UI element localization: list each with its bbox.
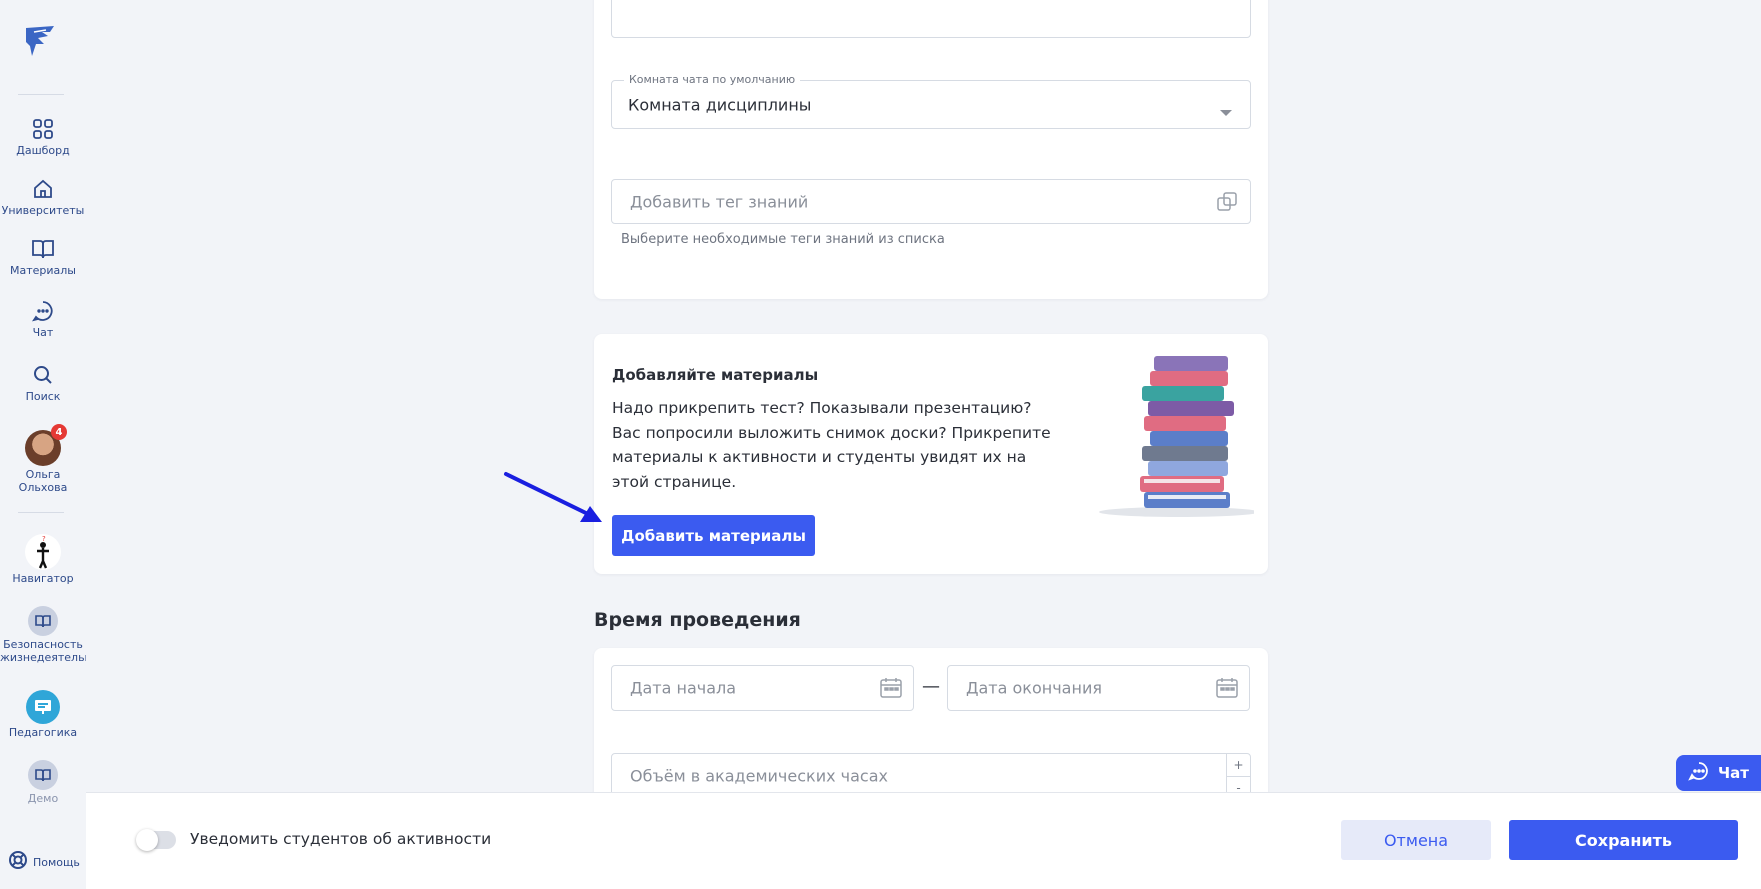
calendar-icon[interactable] [1215, 677, 1239, 703]
knowledge-tag-hint: Выберите необходимые теги знаний из спис… [621, 232, 945, 247]
chat-room-value: Комната дисциплины [628, 95, 812, 114]
sidebar-divider [18, 512, 64, 513]
help-label: Помощь [33, 855, 80, 869]
sidebar-course-navigator[interactable]: ? Навигатор [0, 534, 86, 585]
sidebar-course-pedagogy[interactable]: Педагогика [0, 690, 86, 739]
sidebar-item-label: Навигатор [12, 572, 74, 585]
chat-bubble-icon [30, 298, 56, 324]
books-stack-illustration [1084, 350, 1259, 520]
sidebar-item-label: Педагогика [8, 726, 78, 739]
date-range-dash: — [922, 676, 940, 697]
calendar-icon[interactable] [879, 677, 903, 703]
sidebar-course-safety[interactable]: Безопасность жизнедеятельн [0, 606, 86, 664]
help-link[interactable]: Помощь [8, 850, 80, 874]
increment-button[interactable]: + [1227, 754, 1250, 777]
end-date-input[interactable]: Дата окончания [947, 665, 1250, 711]
settings-card: Комната чата по умолчанию Комната дисцип… [594, 0, 1268, 299]
course-book-icon [28, 760, 58, 790]
bottom-action-bar: Уведомить студентов об активности Отмена… [86, 792, 1761, 889]
sidebar-item-universities[interactable]: Университеты [0, 176, 86, 217]
sidebar-item-label: Поиск [25, 390, 61, 403]
materials-title: Добавляйте материалы [612, 366, 819, 384]
end-date-placeholder: Дата окончания [966, 678, 1102, 698]
knowledge-tag-input[interactable]: Добавить тег знаний [611, 179, 1251, 224]
course-book-icon [28, 606, 58, 636]
sidebar-item-profile[interactable]: 4 Ольга Ольхова [0, 424, 86, 494]
text-field-top[interactable] [611, 0, 1251, 38]
start-date-placeholder: Дата начала [630, 678, 737, 698]
materials-description: Надо прикрепить тест? Показывали презент… [612, 399, 1051, 491]
sidebar-item-label: Университеты [1, 204, 85, 217]
sidebar-item-label: Дашборд [16, 144, 70, 157]
chat-room-legend: Комната чата по умолчанию [624, 73, 801, 86]
notification-badge: 4 [51, 424, 67, 440]
start-date-input[interactable]: Дата начала [611, 665, 914, 711]
user-name-last: Ольхова [18, 481, 68, 494]
sidebar-item-materials[interactable]: Материалы [0, 236, 86, 277]
toggle-knob [136, 829, 158, 851]
course-board-icon [26, 690, 60, 724]
sidebar-divider [18, 94, 64, 95]
chat-bubble-icon [1688, 761, 1710, 785]
search-icon [30, 362, 56, 388]
home-icon [30, 176, 56, 202]
knowledge-tag-placeholder: Добавить тег знаний [630, 192, 809, 211]
lifebuoy-icon [8, 850, 28, 874]
sidebar: Дашборд Университеты Материалы Чат Поиск… [0, 0, 86, 889]
sidebar-item-chat[interactable]: Чат [0, 298, 86, 339]
save-button[interactable]: Сохранить [1509, 820, 1738, 860]
copy-icon[interactable] [1216, 191, 1238, 217]
sidebar-item-label: Безопасность жизнедеятельн [0, 638, 86, 664]
sidebar-item-label: Демо [27, 792, 59, 805]
caret-down-icon [1220, 102, 1232, 121]
chat-widget-label: Чат [1718, 764, 1749, 782]
schedule-section-title: Время проведения [594, 609, 801, 631]
logo-icon[interactable] [20, 22, 60, 62]
sidebar-item-search[interactable]: Поиск [0, 362, 86, 403]
chat-widget-button[interactable]: Чат [1676, 755, 1761, 791]
academic-hours-placeholder: Объём в академических часах [630, 766, 888, 786]
dashboard-icon [30, 116, 56, 142]
materials-card: Добавляйте материалы Надо прикрепить тес… [594, 334, 1268, 574]
sidebar-item-label: Чат [32, 326, 54, 339]
book-icon [30, 236, 56, 262]
notify-toggle[interactable] [136, 829, 176, 851]
sidebar-item-dashboard[interactable]: Дашборд [0, 116, 86, 157]
arrow-annotation [500, 468, 610, 528]
svg-text:?: ? [42, 535, 46, 543]
user-name-first: Ольга [25, 468, 61, 481]
chat-room-select[interactable]: Комната чата по умолчанию Комната дисцип… [611, 73, 1251, 129]
sidebar-item-label: Материалы [10, 264, 76, 277]
schedule-card: Дата начала — Дата окончания Объём в ака… [594, 648, 1268, 808]
add-materials-button[interactable]: Добавить материалы [612, 515, 815, 556]
notify-label: Уведомить студентов об активности [190, 830, 492, 848]
avatar: 4 [25, 424, 67, 466]
cancel-button[interactable]: Отмена [1341, 820, 1491, 860]
navigator-person-icon: ? [25, 534, 61, 570]
sidebar-course-demo[interactable]: Демо [0, 760, 86, 805]
